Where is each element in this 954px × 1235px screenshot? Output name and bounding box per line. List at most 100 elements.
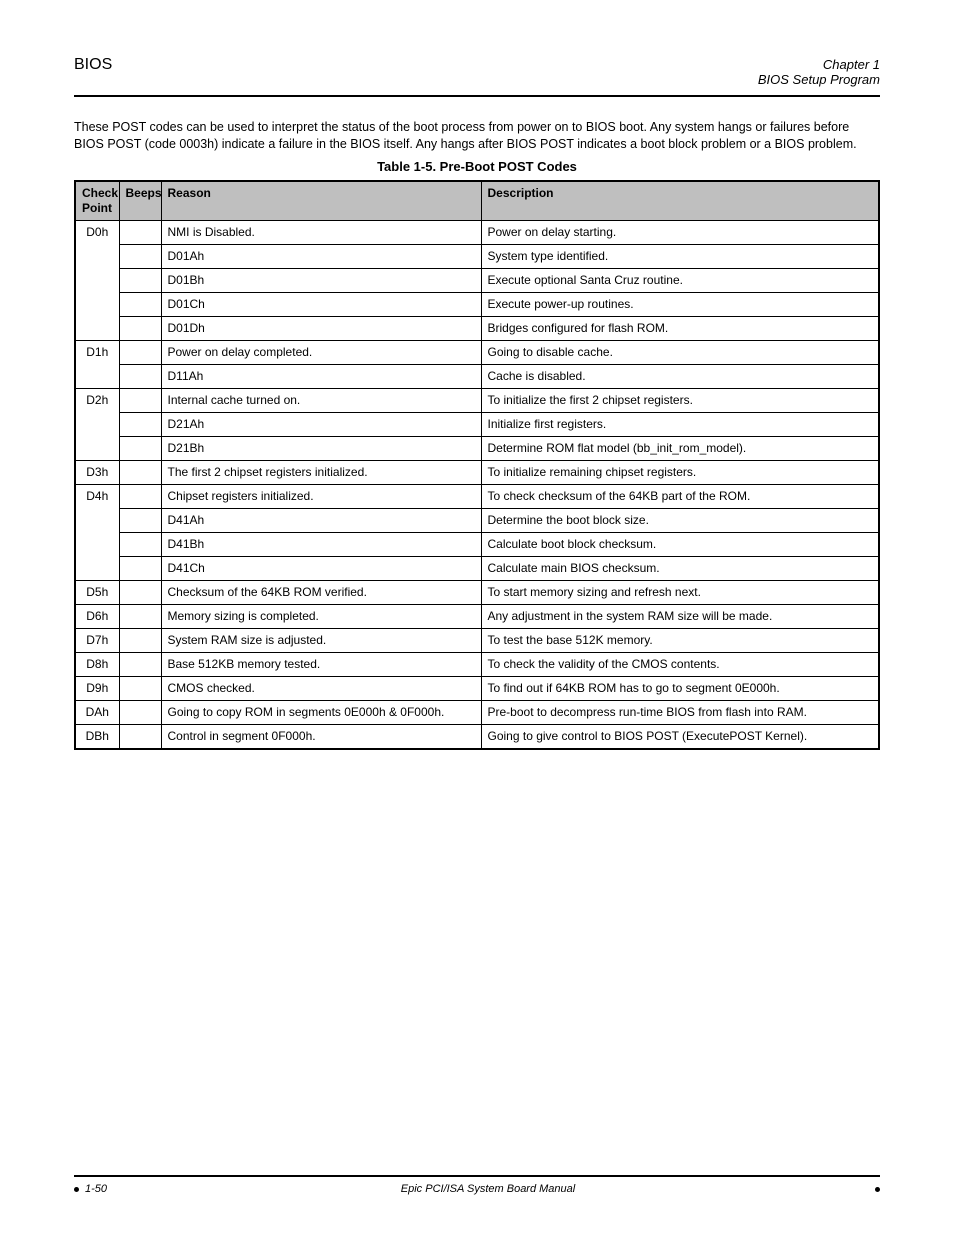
reason-cell: Chipset registers initialized. xyxy=(161,484,481,508)
description-cell: Determine ROM flat model (bb_init_rom_mo… xyxy=(481,436,879,460)
reason-cell: D21Bh xyxy=(161,436,481,460)
table-row: DAhGoing to copy ROM in segments 0E000h … xyxy=(75,700,879,724)
description-cell: Power on delay starting. xyxy=(481,220,879,244)
description-cell: Execute optional Santa Cruz routine. xyxy=(481,268,879,292)
checkpoint-cell: D5h xyxy=(75,580,119,604)
beep-cell xyxy=(119,628,161,652)
beep-cell xyxy=(119,436,161,460)
footer-right xyxy=(869,1187,880,1192)
footer-left: 1-50 xyxy=(74,1183,107,1195)
header-right-line2: BIOS Setup Program xyxy=(758,72,880,87)
description-cell: Cache is disabled. xyxy=(481,364,879,388)
reason-cell: D41Ch xyxy=(161,556,481,580)
footer-page-number: 1-50 xyxy=(85,1183,107,1195)
header-rule xyxy=(74,95,880,97)
description-cell: To check checksum of the 64KB part of th… xyxy=(481,484,879,508)
col-checkpoint-header: Check Point xyxy=(75,181,119,221)
description-cell: Any adjustment in the system RAM size wi… xyxy=(481,604,879,628)
table-row: D0hNMI is Disabled.Power on delay starti… xyxy=(75,220,879,244)
col-reason-header: Reason xyxy=(161,181,481,221)
reason-cell: Internal cache turned on. xyxy=(161,388,481,412)
description-cell: To find out if 64KB ROM has to go to seg… xyxy=(481,676,879,700)
reason-cell: NMI is Disabled. xyxy=(161,220,481,244)
post-codes-table: Check Point Beeps Reason Description D0h… xyxy=(74,180,880,750)
table-row: D9h CMOS checked.To find out if 64KB ROM … xyxy=(75,676,879,700)
reason-cell: D41Ah xyxy=(161,508,481,532)
reason-cell: Power on delay completed. xyxy=(161,340,481,364)
beep-cell xyxy=(119,364,161,388)
header-left: BIOS xyxy=(74,56,112,74)
table-row: D2hInternal cache turned on.To initializ… xyxy=(75,388,879,412)
beep-cell xyxy=(119,700,161,724)
header-right: Chapter 1 BIOS Setup Program xyxy=(758,57,880,87)
reason-cell: Memory sizing is completed. xyxy=(161,604,481,628)
table-row: D01DhBridges configured for flash ROM. xyxy=(75,316,879,340)
reason-cell: D01Ah xyxy=(161,244,481,268)
checkpoint-cell: D3h xyxy=(75,460,119,484)
header-right-line1: Chapter 1 xyxy=(758,57,880,72)
table-header-row: Check Point Beeps Reason Description xyxy=(75,181,879,221)
reason-cell: D41Bh xyxy=(161,532,481,556)
description-cell: Going to disable cache. xyxy=(481,340,879,364)
description-cell: To check the validity of the CMOS conten… xyxy=(481,652,879,676)
reason-cell: System RAM size is adjusted. xyxy=(161,628,481,652)
table-row: D21AhInitialize first registers. xyxy=(75,412,879,436)
reason-cell: Checksum of the 64KB ROM verified. xyxy=(161,580,481,604)
beep-cell xyxy=(119,292,161,316)
description-cell: To initialize remaining chipset register… xyxy=(481,460,879,484)
footer-rule xyxy=(74,1175,880,1177)
bullet-icon xyxy=(74,1187,79,1192)
checkpoint-cell: D9h xyxy=(75,676,119,700)
beep-cell xyxy=(119,412,161,436)
description-cell: To initialize the first 2 chipset regist… xyxy=(481,388,879,412)
col-beeps-header: Beeps xyxy=(119,181,161,221)
table-row: D5hChecksum of the 64KB ROM verified.To … xyxy=(75,580,879,604)
table-row: D6h Memory sizing is completed.Any adjust… xyxy=(75,604,879,628)
bullet-icon xyxy=(875,1187,880,1192)
footer-center: Epic PCI/ISA System Board Manual xyxy=(401,1183,575,1195)
checkpoint-cell: D8h xyxy=(75,652,119,676)
table-row: D21BhDetermine ROM flat model (bb_init_r… xyxy=(75,436,879,460)
reason-cell: D01Dh xyxy=(161,316,481,340)
beep-cell xyxy=(119,652,161,676)
description-cell: Going to give control to BIOS POST (Exec… xyxy=(481,724,879,749)
table-row: D41AhDetermine the boot block size. xyxy=(75,508,879,532)
checkpoint-cell: D1h xyxy=(75,340,119,388)
description-cell: Pre-boot to decompress run-time BIOS fro… xyxy=(481,700,879,724)
beep-cell xyxy=(119,604,161,628)
table-row: D01AhSystem type identified. xyxy=(75,244,879,268)
description-cell: To test the base 512K memory. xyxy=(481,628,879,652)
reason-cell: Going to copy ROM in segments 0E000h & 0… xyxy=(161,700,481,724)
table-row: D11AhCache is disabled. xyxy=(75,364,879,388)
beep-cell xyxy=(119,460,161,484)
table-row: D4hChipset registers initialized.To chec… xyxy=(75,484,879,508)
beep-cell xyxy=(119,220,161,244)
beep-cell xyxy=(119,676,161,700)
description-cell: Bridges configured for flash ROM. xyxy=(481,316,879,340)
beep-cell xyxy=(119,556,161,580)
reason-cell: Base 512KB memory tested. xyxy=(161,652,481,676)
table-row: D01ChExecute power-up routines. xyxy=(75,292,879,316)
intro-paragraph: These POST codes can be used to interpre… xyxy=(74,119,880,153)
beep-cell xyxy=(119,580,161,604)
reason-cell: CMOS checked. xyxy=(161,676,481,700)
description-cell: Calculate boot block checksum. xyxy=(481,532,879,556)
table-row: DBh Control in segment 0F000h.Going to gi… xyxy=(75,724,879,749)
checkpoint-cell: D0h xyxy=(75,220,119,340)
table-row: D01BhExecute optional Santa Cruz routine… xyxy=(75,268,879,292)
table-row: D41BhCalculate boot block checksum. xyxy=(75,532,879,556)
checkpoint-cell: D6h xyxy=(75,604,119,628)
checkpoint-cell: D2h xyxy=(75,388,119,460)
beep-cell xyxy=(119,268,161,292)
beep-cell xyxy=(119,244,161,268)
table-row: D41ChCalculate main BIOS checksum. xyxy=(75,556,879,580)
beep-cell xyxy=(119,724,161,749)
checkpoint-cell: D4h xyxy=(75,484,119,580)
reason-cell: Control in segment 0F000h. xyxy=(161,724,481,749)
table-row: D8h Base 512KB memory tested.To check the… xyxy=(75,652,879,676)
checkpoint-cell: DBh xyxy=(75,724,119,749)
beep-cell xyxy=(119,316,161,340)
reason-cell: D01Ch xyxy=(161,292,481,316)
table-row: D1hPower on delay completed.Going to dis… xyxy=(75,340,879,364)
reason-cell: D01Bh xyxy=(161,268,481,292)
